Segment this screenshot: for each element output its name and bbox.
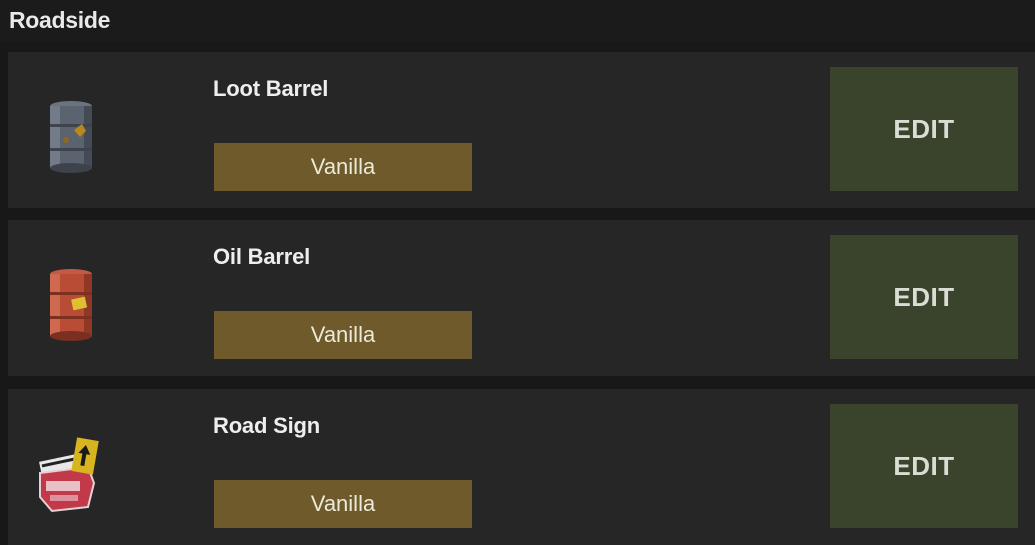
edit-button[interactable]: EDIT	[830, 235, 1018, 359]
vanilla-badge: Vanilla	[214, 480, 472, 528]
item-name: Oil Barrel	[213, 244, 311, 269]
loot-barrel-icon	[26, 90, 116, 180]
road-sign-icon	[26, 427, 116, 517]
list-item: Road Sign Vanilla EDIT	[8, 389, 1035, 545]
section-header: Roadside	[0, 0, 1035, 42]
vanilla-badge: Vanilla	[214, 143, 472, 191]
item-name: Loot Barrel	[213, 76, 329, 101]
edit-button[interactable]: EDIT	[830, 67, 1018, 191]
section-title: Roadside	[9, 7, 111, 33]
edit-button[interactable]: EDIT	[830, 404, 1018, 528]
item-name: Road Sign	[213, 413, 320, 438]
oil-barrel-icon	[26, 258, 116, 348]
vanilla-badge: Vanilla	[214, 311, 472, 359]
list-item: Oil Barrel Vanilla EDIT	[8, 220, 1035, 376]
list-item: Loot Barrel Vanilla EDIT	[8, 52, 1035, 208]
